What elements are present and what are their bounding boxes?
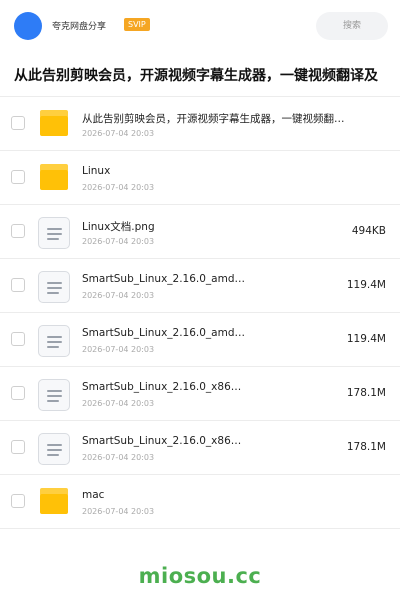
file-row[interactable]: SmartSub_Linux_2.16.0_x86… 2026-07-04 20:… — [0, 367, 400, 421]
file-icon — [38, 271, 70, 303]
row-checkbox[interactable] — [11, 170, 25, 184]
page-title: 从此告别剪映会员，开源视频字幕生成器，一键视频翻译及 — [14, 68, 378, 84]
file-row[interactable]: Linux文档.png 2026-07-04 20:03 494KB — [0, 205, 400, 259]
file-name: mac — [82, 489, 105, 501]
file-icon — [38, 433, 70, 465]
file-name: SmartSub_Linux_2.16.0_amd… — [82, 273, 246, 285]
row-checkbox[interactable] — [11, 278, 25, 292]
search-button[interactable]: 搜索 — [316, 12, 388, 40]
file-date: 2026-07-04 20:03 — [82, 453, 155, 462]
file-date: 2026-07-04 20:03 — [82, 129, 155, 138]
file-date: 2026-07-04 20:03 — [82, 237, 155, 246]
share-name: 夸克网盘分享 — [52, 22, 107, 32]
row-checkbox[interactable] — [11, 224, 25, 238]
file-name: SmartSub_Linux_2.16.0_x86… — [82, 381, 242, 393]
row-checkbox[interactable] — [11, 494, 25, 508]
row-checkbox[interactable] — [11, 440, 25, 454]
folder-icon — [40, 110, 68, 136]
file-date: 2026-07-04 20:03 — [82, 291, 155, 300]
file-row[interactable]: mac 2026-07-04 20:03 — [0, 475, 400, 529]
svip-badge: SVIP — [124, 18, 150, 31]
top-bar: 夸克网盘分享 SVIP 搜索 — [0, 0, 400, 52]
file-size: 119.4M — [346, 333, 386, 345]
file-size: 178.1M — [346, 441, 386, 453]
row-checkbox[interactable] — [11, 332, 25, 346]
file-date: 2026-07-04 20:03 — [82, 399, 155, 408]
avatar[interactable] — [14, 12, 42, 40]
row-checkbox[interactable] — [11, 116, 25, 130]
file-row[interactable]: Linux 2026-07-04 20:03 — [0, 151, 400, 205]
file-name: Linux — [82, 165, 111, 177]
file-name: SmartSub_Linux_2.16.0_amd… — [82, 327, 246, 339]
file-row[interactable]: SmartSub_Linux_2.16.0_amd… 2026-07-04 20:… — [0, 313, 400, 367]
file-name: Linux文档.png — [82, 221, 155, 233]
file-name: 从此告别剪映会员，开源视频字幕生成器，一键视频翻… — [82, 113, 345, 125]
file-size: 178.1M — [346, 387, 386, 399]
file-date: 2026-07-04 20:03 — [82, 183, 155, 192]
file-date: 2026-07-04 20:03 — [82, 507, 155, 516]
file-size: 119.4M — [346, 279, 386, 291]
file-icon — [38, 217, 70, 249]
folder-icon — [40, 164, 68, 190]
file-row[interactable]: SmartSub_Linux_2.16.0_x86… 2026-07-04 20:… — [0, 421, 400, 475]
folder-icon — [40, 488, 68, 514]
file-row[interactable]: SmartSub_Linux_2.16.0_amd… 2026-07-04 20:… — [0, 259, 400, 313]
file-date: 2026-07-04 20:03 — [82, 345, 155, 354]
file-icon — [38, 379, 70, 411]
row-checkbox[interactable] — [11, 386, 25, 400]
file-name: SmartSub_Linux_2.16.0_x86… — [82, 435, 242, 447]
file-row[interactable]: 从此告别剪映会员，开源视频字幕生成器，一键视频翻… 2026-07-04 20:0… — [0, 97, 400, 151]
watermark: miosou.cc — [138, 564, 262, 588]
file-size: 494KB — [351, 225, 386, 237]
file-icon — [38, 325, 70, 357]
file-list: 从此告别剪映会员，开源视频字幕生成器，一键视频翻… 2026-07-04 20:0… — [0, 96, 400, 529]
